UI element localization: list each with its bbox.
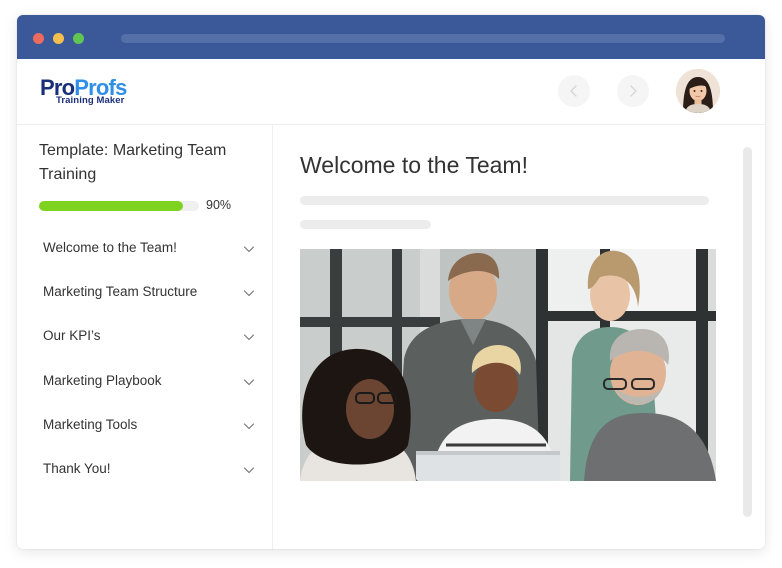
app-header: ProProfs Training Maker <box>17 59 765 125</box>
next-button[interactable] <box>617 75 649 107</box>
team-photo-image <box>300 249 716 481</box>
lesson-title: Welcome to the Team! <box>300 152 528 178</box>
content-scrollbar[interactable] <box>743 147 752 517</box>
chevron-down-icon[interactable] <box>243 243 255 255</box>
chevron-down-icon[interactable] <box>243 464 255 476</box>
lesson-item-thank-you[interactable]: Thank You! <box>17 448 273 492</box>
lesson-item-label: Marketing Team Structure <box>43 284 198 300</box>
chevron-right-icon <box>630 85 637 97</box>
window-titlebar <box>17 15 765 59</box>
lesson-item-playbook[interactable]: Marketing Playbook <box>17 360 273 404</box>
lesson-item-kpis[interactable]: Our KPI’s <box>17 315 273 359</box>
logo-subtitle: Training Maker <box>56 95 125 106</box>
close-window-dot[interactable] <box>33 33 44 44</box>
course-progress-bar <box>39 201 199 211</box>
proprofs-logo[interactable]: ProProfs Training Maker <box>40 75 150 107</box>
chevron-down-icon[interactable] <box>243 376 255 388</box>
course-progress-fill <box>39 201 183 211</box>
template-title: Template: Marketing Team Training <box>39 142 227 183</box>
lesson-item-welcome[interactable]: Welcome to the Team! <box>17 227 273 271</box>
lesson-item-tools[interactable]: Marketing Tools <box>17 404 273 448</box>
text-placeholder-line <box>300 196 709 205</box>
lesson-item-label: Our KPI’s <box>43 328 101 344</box>
chevron-left-icon <box>570 85 577 97</box>
lesson-item-label: Marketing Playbook <box>43 372 162 388</box>
chevron-down-icon[interactable] <box>243 420 255 432</box>
chevron-down-icon[interactable] <box>243 287 255 299</box>
text-placeholder-line <box>300 220 431 229</box>
lesson-item-label: Marketing Tools <box>43 416 138 432</box>
minimize-window-dot[interactable] <box>53 33 64 44</box>
browser-window: ProProfs Training Maker Template: Market… <box>17 15 765 549</box>
lesson-item-label: Welcome to the Team! <box>43 240 177 255</box>
course-sidebar: Template: Marketing Team Training 90% We… <box>17 125 273 549</box>
chevron-down-icon[interactable] <box>243 331 255 343</box>
maximize-window-dot[interactable] <box>73 33 84 44</box>
lesson-item-team-structure[interactable]: Marketing Team Structure <box>17 271 273 315</box>
previous-button[interactable] <box>558 75 590 107</box>
team-photo <box>300 249 716 481</box>
lesson-content: Welcome to the Team! <box>274 125 765 549</box>
course-progress-label: 90% <box>206 198 232 212</box>
address-bar[interactable] <box>121 34 725 43</box>
user-avatar[interactable] <box>676 69 720 113</box>
lesson-menu: Welcome to the Team! Marketing Team Stru… <box>17 227 273 492</box>
lesson-item-label: Thank You! <box>43 460 111 476</box>
user-avatar-icon <box>676 69 720 113</box>
